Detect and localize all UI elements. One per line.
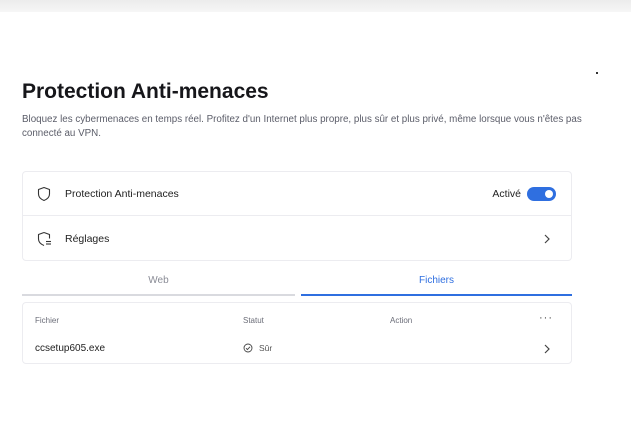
- files-table: Fichier Statut Action ··· ccsetup605.exe…: [22, 302, 572, 364]
- chevron-right-icon: [544, 234, 550, 244]
- shield-settings-icon: [37, 231, 51, 247]
- more-options-icon[interactable]: ···: [539, 312, 553, 324]
- file-status-label: Sûr: [259, 343, 273, 353]
- protection-label: Protection Anti-menaces: [65, 187, 179, 200]
- page-description: Bloquez les cybermenaces en temps réel. …: [22, 114, 582, 139]
- shield-icon: [37, 186, 51, 201]
- column-header-status: Statut: [243, 316, 264, 325]
- chevron-right-icon[interactable]: [543, 344, 551, 354]
- file-name: ccsetup605.exe: [35, 343, 106, 354]
- tab-bar: Web Fichiers: [22, 272, 572, 296]
- column-header-action: Action: [390, 316, 413, 325]
- tab-web[interactable]: Web: [22, 272, 295, 296]
- column-header-file: Fichier: [35, 316, 60, 325]
- file-status: Sûr: [243, 343, 272, 353]
- settings-label: Réglages: [65, 233, 110, 245]
- protection-toggle[interactable]: [527, 186, 556, 201]
- page-title: Protection Anti-menaces: [22, 80, 269, 103]
- safe-status-icon: [243, 343, 253, 353]
- protection-status: Activé: [492, 187, 521, 200]
- corner-dot: [596, 72, 598, 74]
- protection-row[interactable]: Protection Anti-menaces Activé: [23, 172, 571, 216]
- tab-files[interactable]: Fichiers: [301, 272, 572, 296]
- settings-row[interactable]: Réglages: [23, 217, 571, 261]
- settings-card: Protection Anti-menaces Activé Réglages: [22, 171, 572, 261]
- window-top-bar: [0, 0, 631, 12]
- toggle-knob: [545, 189, 553, 198]
